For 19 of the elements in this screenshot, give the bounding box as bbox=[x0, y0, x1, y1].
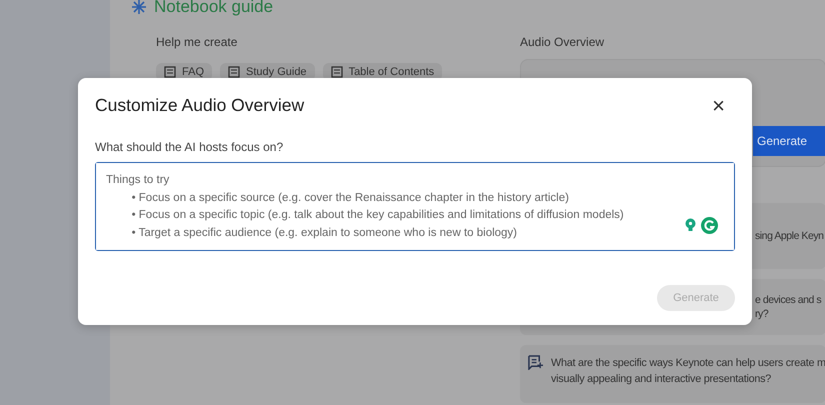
suggestion-text: e devices and s bbox=[755, 293, 822, 307]
document-icon bbox=[228, 66, 240, 78]
question-card[interactable]: What are the specific ways Keynote can help users create m visually appealing and interactive presentations? bbox=[520, 345, 825, 403]
grammar-check-icon[interactable] bbox=[701, 217, 718, 234]
generate-button[interactable]: Generate bbox=[753, 126, 825, 156]
question-text: What are the specific ways Keynote can help users create m visually appealing and interactive presentations? bbox=[551, 356, 825, 387]
panel-title: Notebook guide bbox=[154, 0, 274, 17]
note-icon bbox=[528, 355, 543, 370]
focus-input-field[interactable]: Things to try • Focus on a specific source (e.g. cover the Renaissance chapter in the history article) • Focus on a specific topic (e.g. talk about the key capabilities and limitations of diffusion models) • Target a specific audience (e.g. explain to someone who is new to biology) bbox=[95, 162, 735, 251]
section-label: Audio Overview bbox=[520, 35, 606, 49]
document-icon bbox=[164, 66, 176, 78]
sparkle-icon bbox=[132, 0, 146, 14]
document-icon bbox=[330, 66, 343, 78]
close-button[interactable]: × bbox=[712, 96, 735, 116]
suggestion-text: ry? bbox=[755, 307, 770, 321]
suggestion-text: sing Apple Keyn bbox=[755, 229, 825, 243]
dialog-title: Customize Audio Overview bbox=[95, 95, 304, 116]
field-label: What should the AI hosts focus on? bbox=[95, 140, 284, 154]
section-label: Help me create bbox=[156, 35, 238, 49]
